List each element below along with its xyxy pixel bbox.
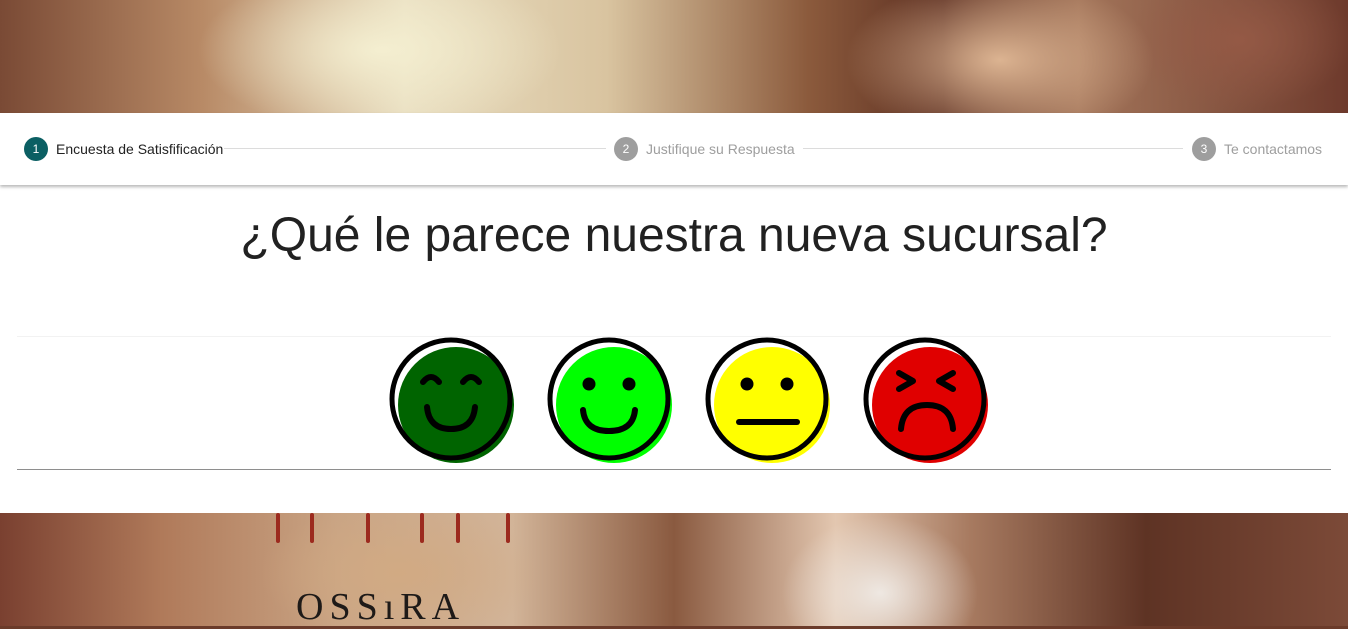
step-connector xyxy=(224,148,606,149)
rating-angry-button[interactable] xyxy=(863,337,991,465)
step-3-number: 3 xyxy=(1192,137,1216,161)
survey-panel: 1 Encuesta de Satisfificación 2 Justifiq… xyxy=(0,113,1348,513)
header-background-photo xyxy=(0,0,1348,113)
neutral-face-icon xyxy=(705,337,830,463)
rating-happy-button[interactable] xyxy=(547,337,675,465)
very-happy-face-icon xyxy=(389,337,514,463)
step-1-label: Encuesta de Satisfificación xyxy=(56,141,224,157)
happy-face-icon xyxy=(547,337,672,463)
footer-background-photo xyxy=(0,513,1348,626)
angry-face-icon xyxy=(863,337,988,463)
step-connector xyxy=(803,148,1183,149)
stepper: 1 Encuesta de Satisfificación 2 Justifiq… xyxy=(0,113,1348,185)
step-2[interactable]: 2 Justifique su Respuesta xyxy=(614,137,795,161)
step-1-number: 1 xyxy=(24,137,48,161)
step-1[interactable]: 1 Encuesta de Satisfificación xyxy=(24,137,223,161)
options-divider xyxy=(17,469,1331,470)
rating-neutral-button[interactable] xyxy=(705,337,833,465)
step-3-label: Te contactamos xyxy=(1224,141,1323,157)
step-3[interactable]: 3 Te contactamos xyxy=(1192,137,1322,161)
step-2-label: Justifique su Respuesta xyxy=(646,141,795,157)
background-decoration xyxy=(270,513,520,547)
step-2-number: 2 xyxy=(614,137,638,161)
survey-question: ¿Qué le parece nuestra nueva sucursal? xyxy=(240,209,1108,262)
rating-very-happy-button[interactable] xyxy=(389,337,517,465)
background-brand-logo: OSSıRA xyxy=(296,586,466,628)
